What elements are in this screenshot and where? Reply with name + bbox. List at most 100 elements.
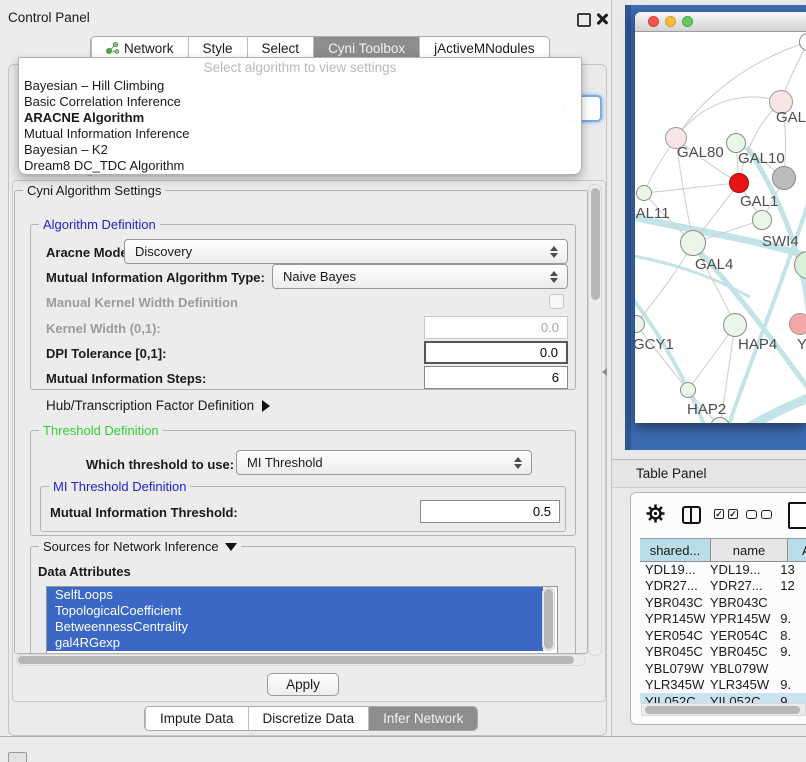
- tab[interactable]: jActiveMNodules: [419, 37, 549, 59]
- tab[interactable]: Select: [247, 37, 314, 59]
- mi-steps-input[interactable]: [424, 366, 568, 389]
- network-window-titlebar[interactable]: [635, 12, 806, 32]
- table-settings-button[interactable]: [646, 504, 665, 523]
- manual-kernel-width-checkbox[interactable]: [549, 294, 564, 309]
- table-row[interactable]: YDR27... YDR27... 12: [640, 578, 806, 595]
- table-row[interactable]: YBL079W YBL079W: [640, 660, 806, 677]
- dropdown-item-label: ARACNE Algorithm: [24, 110, 144, 125]
- checked-box-icon: ✓: [714, 509, 724, 519]
- cell-name: YBR043C: [705, 595, 775, 610]
- mi-threshold-label: Mutual Information Threshold:: [50, 505, 238, 520]
- table-horizontal-scrollbar-thumb[interactable]: [645, 706, 800, 714]
- settings-vertical-scrollbar-thumb[interactable]: [591, 188, 600, 300]
- cell-shared-name: YBR043C: [640, 595, 705, 610]
- close-window-icon[interactable]: [648, 16, 659, 27]
- zoom-window-icon[interactable]: [682, 16, 693, 27]
- mi-threshold-input[interactable]: [420, 500, 560, 523]
- hub-definition-label: Hub/Transcription Factor Definition: [46, 398, 254, 413]
- cell-shared-name: YBR045C: [640, 644, 705, 659]
- tab-label: Discretize Data: [263, 708, 355, 729]
- network-node[interactable]: [723, 313, 747, 337]
- network-node-label: GAL4: [695, 256, 733, 273]
- table-row[interactable]: YDL19... YDL19... 13: [640, 561, 806, 578]
- cell-shared-name: YER054C: [640, 628, 705, 643]
- cell-value: 9.: [775, 644, 806, 659]
- table-row[interactable]: YLR345W YLR345W 9.: [640, 677, 806, 694]
- dropdown-item[interactable]: Bayesian – K2: [19, 142, 581, 158]
- select-all-button[interactable]: ✓ ✓: [714, 509, 738, 519]
- tab[interactable]: Cyni Toolbox: [313, 37, 419, 59]
- aracne-mode-select[interactable]: Discovery: [124, 239, 568, 264]
- tab-label: Style: [203, 38, 233, 59]
- dropdown-item-label: Mutual Information Inference: [24, 126, 189, 141]
- network-canvas[interactable]: GALGAL80GAL10GAL1GAL11SWI4GAL4GCY1HAP4YH…: [635, 32, 806, 423]
- network-node-label: SWI4: [762, 233, 799, 250]
- manual-kernel-width-label: Manual Kernel Width Definition: [46, 295, 238, 310]
- application-window: Control Panel Network: [0, 0, 806, 762]
- table-row[interactable]: YPR145W YPR145W 9.: [640, 611, 806, 628]
- deselect-all-button[interactable]: [746, 510, 772, 519]
- tab-label: Select: [262, 38, 300, 59]
- table-body: YDL19... YDL19... 13 YDR27... YDR27... 1…: [640, 561, 806, 703]
- dropdown-item[interactable]: Mutual Information Inference: [19, 126, 581, 142]
- network-node[interactable]: [729, 173, 749, 193]
- close-panel-icon[interactable]: [596, 13, 608, 25]
- dropdown-item[interactable]: Dream8 DC_TDC Algorithm: [19, 158, 581, 174]
- data-attribute-item[interactable]: SelfLoops: [47, 587, 543, 603]
- which-threshold-value: MI Threshold: [247, 455, 510, 470]
- document-icon[interactable]: [788, 502, 806, 529]
- which-threshold-label: Which threshold to use:: [86, 457, 234, 472]
- attribute-list-scrollbar-thumb[interactable]: [544, 589, 553, 649]
- network-node[interactable]: [680, 230, 706, 256]
- network-node[interactable]: [789, 313, 806, 335]
- settings-horizontal-scrollbar-thumb[interactable]: [18, 656, 574, 664]
- tab[interactable]: Style: [188, 37, 247, 59]
- minimize-window-icon[interactable]: [665, 16, 676, 27]
- splitter-collapse-icon[interactable]: [602, 368, 607, 376]
- cell-shared-name: YDR27...: [640, 578, 705, 593]
- data-attribute-item[interactable]: BetweennessCentrality: [47, 619, 543, 635]
- tab[interactable]: Network: [91, 37, 188, 59]
- data-attribute-item[interactable]: TopologicalCoefficient: [47, 603, 543, 619]
- kernel-width-input[interactable]: [424, 316, 568, 339]
- dropdown-item[interactable]: ARACNE Algorithm: [19, 110, 581, 126]
- cell-value: 8.: [775, 628, 806, 643]
- collapse-down-icon: [225, 543, 237, 551]
- network-node[interactable]: [772, 166, 796, 190]
- cell-value: 9: [775, 694, 806, 703]
- dropdown-item[interactable]: Bayesian – Hill Climbing: [19, 78, 581, 94]
- sources-legend[interactable]: Sources for Network Inference: [39, 539, 241, 554]
- table-row[interactable]: YIL052C YIL052C 9: [640, 693, 806, 703]
- network-node[interactable]: [680, 382, 696, 398]
- mi-algorithm-type-select[interactable]: Naive Bayes: [272, 264, 568, 289]
- table-row[interactable]: YBR045C YBR045C 9.: [640, 644, 806, 661]
- network-node[interactable]: [636, 185, 652, 201]
- cell-shared-name: YPR145W: [640, 611, 705, 626]
- dropdown-item-label: Basic Correlation Inference: [24, 94, 181, 109]
- collapsed-panel-icon[interactable]: [8, 752, 27, 762]
- float-panel-icon[interactable]: [577, 13, 591, 27]
- column-header-partial[interactable]: A: [788, 539, 806, 561]
- cell-name: YBR045C: [705, 644, 775, 659]
- table-row[interactable]: YBR043C YBR043C: [640, 594, 806, 611]
- network-node-label: HAP4: [738, 336, 777, 353]
- column-header-shared-name[interactable]: shared...: [640, 539, 711, 561]
- dropdown-item[interactable]: Basic Correlation Inference: [19, 94, 581, 110]
- column-header-name[interactable]: name: [711, 539, 788, 561]
- data-attribute-label: gal4RGexp: [55, 635, 120, 650]
- tab[interactable]: Impute Data: [145, 707, 248, 730]
- network-node[interactable]: [752, 210, 772, 230]
- data-attribute-item[interactable]: gal4RGexp: [47, 635, 543, 651]
- tab-label: Infer Network: [383, 708, 463, 729]
- split-columns-button[interactable]: [682, 506, 701, 524]
- tab[interactable]: Infer Network: [368, 707, 477, 730]
- apply-button[interactable]: Apply: [267, 673, 339, 696]
- dpi-tolerance-input[interactable]: [424, 341, 568, 364]
- mi-algorithm-type-value: Naive Bayes: [283, 269, 546, 284]
- hub-definition-toggle[interactable]: Hub/Transcription Factor Definition: [46, 398, 270, 413]
- cell-name: YDR27...: [705, 578, 775, 593]
- which-threshold-select[interactable]: MI Threshold: [236, 450, 532, 475]
- tab[interactable]: Discretize Data: [248, 707, 369, 730]
- table-row[interactable]: YER054C YER054C 8.: [640, 627, 806, 644]
- settings-gear-icon: [646, 504, 665, 523]
